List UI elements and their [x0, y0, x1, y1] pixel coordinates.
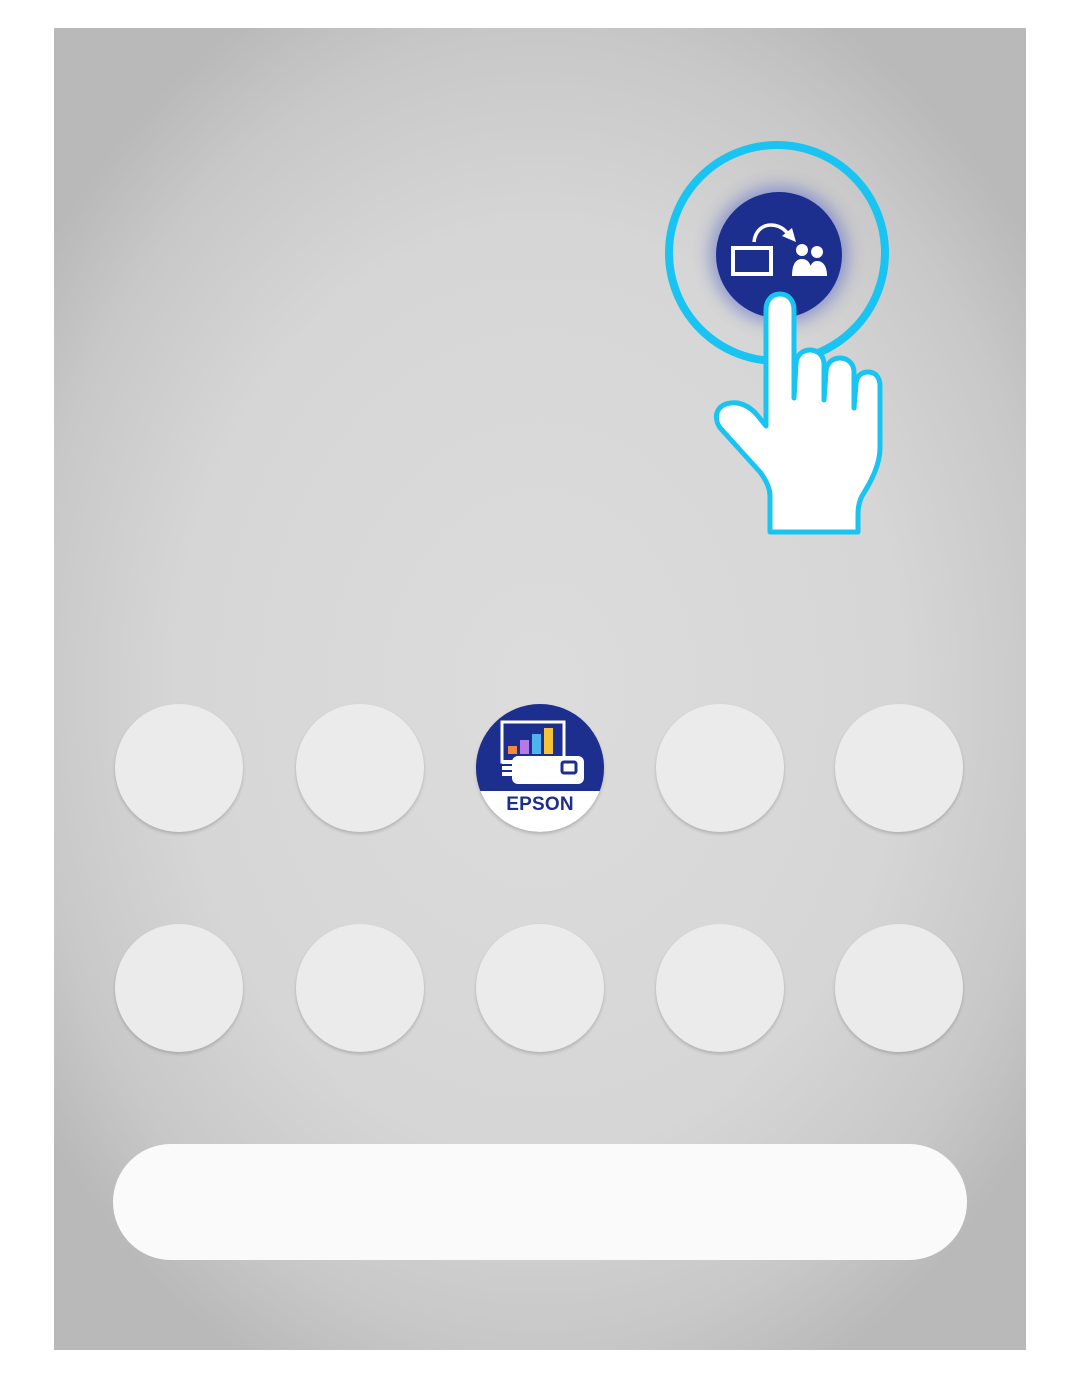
app-icon-placeholder[interactable] [656, 704, 784, 832]
screen-share-to-group-icon [731, 223, 827, 276]
app-icon-placeholder[interactable] [835, 924, 963, 1052]
share-screen-button[interactable] [716, 192, 842, 318]
app-icon-placeholder[interactable] [476, 924, 604, 1052]
app-icon-placeholder[interactable] [115, 924, 243, 1052]
dock-bar [113, 1144, 967, 1260]
epson-app-label: EPSON [476, 791, 604, 832]
app-icon-placeholder[interactable] [835, 704, 963, 832]
app-icon-placeholder[interactable] [296, 704, 424, 832]
epson-iprojection-app-icon[interactable]: EPSON [476, 704, 604, 832]
app-icon-placeholder[interactable] [115, 704, 243, 832]
device-screen: EPSON [54, 28, 1026, 1350]
app-icon-placeholder[interactable] [656, 924, 784, 1052]
app-icon-placeholder[interactable] [296, 924, 424, 1052]
